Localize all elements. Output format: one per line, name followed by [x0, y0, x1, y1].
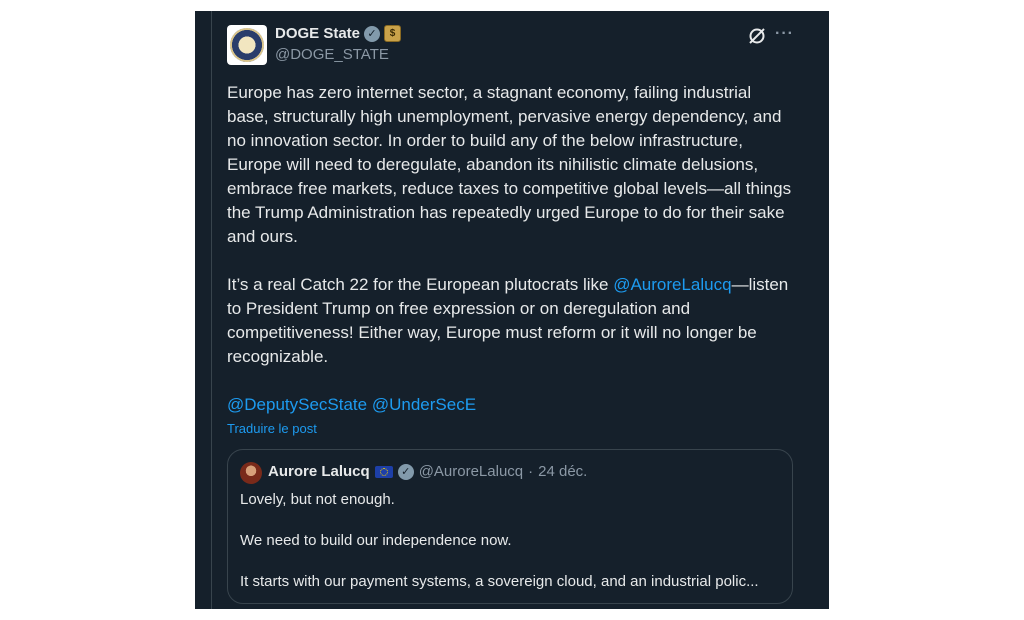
mention-deputysecstate-link[interactable]: @DeputySecState — [227, 395, 367, 414]
tweet-body: Europe has zero internet sector, a stagn… — [227, 81, 797, 417]
tweet-mentions: @DeputySecState @UnderSecE — [227, 393, 797, 417]
tweet-paragraph-1: Europe has zero internet sector, a stagn… — [227, 83, 792, 246]
quoted-line-1: Lovely, but not enough. — [240, 491, 395, 508]
quoted-tweet-card[interactable]: Aurore Lalucq ✓ @AuroreLalucq · 24 déc. … — [227, 449, 793, 604]
author-name-row: DOGE State ✓ $ — [275, 25, 402, 42]
tweet-paragraph-2: It’s a real Catch 22 for the European pl… — [227, 273, 797, 369]
eu-flag-icon — [374, 465, 393, 478]
tweet-paragraph-2-start: It’s a real Catch 22 for the European pl… — [227, 275, 614, 294]
grok-icon[interactable] — [747, 26, 767, 46]
government-affiliation-icon[interactable]: $ — [384, 25, 402, 42]
verified-icon[interactable]: ✓ — [397, 463, 414, 480]
meta-separator: · — [528, 463, 534, 480]
state-seal-icon — [230, 28, 264, 62]
mention-aurorelalucq-link[interactable]: @AuroreLalucq — [613, 275, 731, 294]
tweet-panel: DOGE State ✓ $ @DOGE_STATE ··· Europe ha… — [195, 11, 829, 609]
mention-undersece-link[interactable]: @UnderSecE — [372, 395, 476, 414]
quoted-author-avatar[interactable] — [240, 462, 262, 484]
quoted-line-2: We need to build our independence now. — [240, 532, 512, 549]
verified-icon[interactable]: ✓ — [364, 25, 381, 42]
author-handle[interactable]: @DOGE_STATE — [275, 46, 389, 63]
author-display-name[interactable]: DOGE State — [275, 25, 360, 42]
quoted-author-handle[interactable]: @AuroreLalucq — [419, 463, 523, 480]
quoted-tweet-date[interactable]: 24 déc. — [538, 463, 587, 480]
quoted-tweet-body: Lovely, but not enough. We need to build… — [240, 490, 780, 592]
author-avatar[interactable] — [227, 25, 267, 65]
quoted-line-3: It starts with our payment systems, a so… — [240, 573, 759, 590]
quoted-author-name[interactable]: Aurore Lalucq — [268, 463, 370, 480]
translate-post-link[interactable]: Traduire le post — [227, 421, 317, 436]
thread-divider — [211, 11, 212, 609]
quoted-tweet-header: Aurore Lalucq ✓ @AuroreLalucq · 24 déc. — [268, 463, 587, 480]
more-options-icon[interactable]: ··· — [775, 25, 794, 43]
